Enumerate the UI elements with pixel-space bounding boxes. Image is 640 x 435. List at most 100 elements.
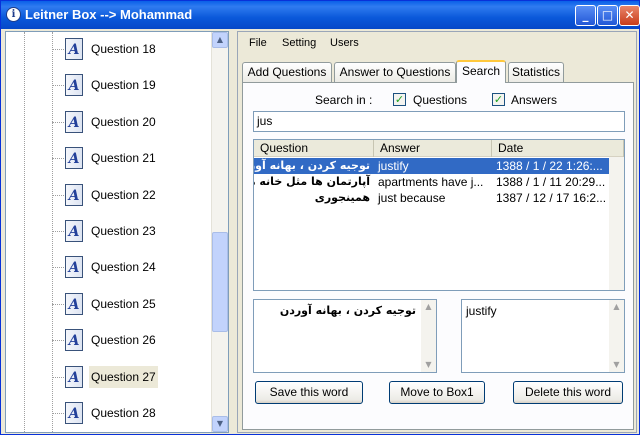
tree-scrollbar[interactable]: ▲ ▼ — [211, 32, 228, 432]
tree-branch-line — [52, 376, 64, 378]
menu-setting[interactable]: Setting — [282, 37, 316, 49]
column-date[interactable]: Date — [492, 140, 624, 157]
questions-checkbox[interactable]: ✓ — [393, 93, 406, 106]
tree-item-label: Question 21 — [91, 151, 156, 166]
menu-file[interactable]: File — [249, 37, 267, 49]
question-document-icon: A — [65, 220, 83, 242]
question-document-icon: A — [65, 402, 83, 424]
tab-statistics[interactable]: Statistics — [508, 62, 564, 82]
question-detail-text: توجیه کردن ، بهانه آوردن — [279, 304, 416, 317]
table-row[interactable]: همینجوری just because 1387 / 12 / 17 16:2.… — [254, 190, 610, 206]
tree-item-label: Question 24 — [91, 260, 156, 275]
tree-item[interactable]: A Question 26 — [52, 323, 222, 359]
search-in-label: Search in : — [315, 93, 373, 107]
tree-item[interactable]: A Question 24 — [52, 250, 222, 286]
scroll-up-arrow-icon[interactable]: ▲ — [609, 300, 624, 314]
answers-checkbox[interactable]: ✓ — [492, 93, 505, 106]
tree-item-label: Question 23 — [91, 224, 156, 238]
scroll-down-arrow-icon[interactable]: ▼ — [421, 358, 436, 372]
scroll-thumb[interactable] — [212, 232, 228, 332]
results-header: Question Answer Date — [254, 140, 624, 157]
scroll-down-arrow-icon[interactable]: ▼ — [609, 358, 624, 372]
question-document-icon: A — [65, 147, 83, 170]
tree-guide-line — [24, 32, 25, 432]
scroll-down-arrow-icon[interactable]: ▼ — [212, 416, 228, 432]
tree-branch-line — [52, 340, 64, 342]
move-to-box-button[interactable]: Move to Box1 — [389, 381, 485, 404]
scroll-up-arrow-icon[interactable]: ▲ — [212, 32, 228, 48]
answers-checkbox-label: Answers — [511, 93, 558, 107]
answer-detail-text: justify — [466, 304, 497, 318]
search-input[interactable]: jus — [253, 111, 625, 132]
menu-users[interactable]: Users — [330, 37, 359, 49]
title-bar[interactable]: i Leitner Box --> Mohammad _ □ ✕ — [1, 1, 640, 29]
question-document-icon: A — [65, 365, 83, 388]
column-answer[interactable]: Answer — [374, 140, 492, 157]
tab-strip: Add Questions Answer to Questions Search… — [242, 60, 634, 83]
tree-branch-line — [52, 121, 64, 123]
tree-item[interactable]: A Question 23 — [52, 214, 222, 250]
table-row[interactable]: توجیه کردن ، بهانه آوردن justify 1388 / 1 … — [254, 158, 610, 174]
minimize-button[interactable]: _ — [575, 5, 596, 26]
results-scrollbar[interactable] — [609, 157, 624, 290]
answer-detail-box[interactable]: justify ▲ ▼ — [461, 299, 625, 373]
tree-item-label: Question 26 — [91, 333, 156, 348]
tree-item[interactable]: A Question 20 — [52, 105, 222, 141]
tree-item[interactable]: A Question 18 — [52, 32, 222, 68]
tree-item[interactable]: A Question 21 — [52, 141, 222, 177]
question-document-icon: A — [65, 329, 83, 352]
cell-question: آپارتمان ها مثل خانه ها — [254, 175, 370, 188]
menu-bar: File Setting Users — [238, 32, 636, 54]
cell-date: 1387 / 12 / 17 16:2... — [496, 191, 607, 205]
tree-branch-line — [52, 267, 64, 269]
tree-branch-line — [52, 231, 64, 232]
tree-branch-line — [52, 194, 64, 196]
maximize-button[interactable]: □ — [597, 5, 618, 26]
tree-branch-line — [52, 303, 64, 305]
answer-detail-scrollbar[interactable]: ▲ ▼ — [609, 300, 624, 372]
main-panel: File Setting Users Add Questions Answer … — [237, 31, 637, 433]
question-document-icon: A — [65, 256, 83, 279]
save-word-button[interactable]: Save this word — [255, 381, 363, 404]
tree-item[interactable]: A Question 19 — [52, 68, 222, 104]
tab-answer-to-questions[interactable]: Answer to Questions — [334, 62, 456, 82]
scroll-up-arrow-icon[interactable]: ▲ — [421, 300, 436, 314]
window-title: Leitner Box --> Mohammad — [25, 7, 193, 22]
cell-date: 1388 / 1 / 11 20:29... — [496, 175, 606, 189]
tree-branch-line — [52, 85, 64, 87]
question-document-icon: A — [65, 38, 83, 60]
tree-item-label: Question 28 — [91, 406, 156, 420]
question-detail-box[interactable]: توجیه کردن ، بهانه آوردن ▲ ▼ — [253, 299, 437, 373]
questions-checkbox-label: Questions — [413, 93, 468, 107]
tree-item-label: Question 25 — [91, 296, 156, 311]
tree-item-label: Question 19 — [91, 78, 156, 93]
results-table[interactable]: Question Answer Date توجیه کردن ، بهانه … — [253, 139, 625, 291]
cell-date: 1388 / 1 / 22 1:26:... — [496, 159, 603, 173]
tree-item[interactable]: A Question 25 — [52, 287, 222, 323]
question-tree[interactable]: A Question 18 A Question 19 A Question 20 A Que… — [5, 31, 229, 433]
tab-add-questions[interactable]: Add Questions — [242, 62, 332, 82]
question-document-icon: A — [65, 292, 83, 315]
tree-item[interactable]: A Question 27 — [52, 360, 222, 396]
tree-item-label: Question 22 — [91, 187, 156, 202]
table-row[interactable]: آپارتمان ها مثل خانه ها apartments have j… — [254, 174, 610, 190]
question-document-icon: A — [65, 110, 83, 133]
column-question[interactable]: Question — [254, 140, 374, 157]
info-icon[interactable]: i — [6, 7, 21, 22]
tree-item-label: Question 27 — [89, 365, 158, 388]
tab-search[interactable]: Search — [456, 60, 506, 83]
tree-item[interactable]: A Question 28 — [52, 396, 222, 432]
search-tab-panel: Search in : ✓ Questions ✓ Answers jus Qu… — [242, 82, 634, 430]
delete-word-button[interactable]: Delete this word — [513, 381, 623, 404]
close-button[interactable]: ✕ — [619, 5, 640, 26]
question-detail-scrollbar[interactable]: ▲ ▼ — [421, 300, 436, 372]
tree-item-label: Question 20 — [91, 114, 156, 129]
tree-branch-line — [52, 158, 64, 160]
cell-answer: just because — [378, 191, 446, 205]
cell-answer: apartments have j... — [378, 175, 484, 189]
cell-answer: justify — [378, 159, 409, 173]
tree-branch-line — [52, 413, 64, 414]
tree-item[interactable]: A Question 22 — [52, 178, 222, 214]
question-document-icon: A — [65, 183, 83, 206]
cell-question: توجیه کردن ، بهانه آوردن — [254, 159, 370, 172]
